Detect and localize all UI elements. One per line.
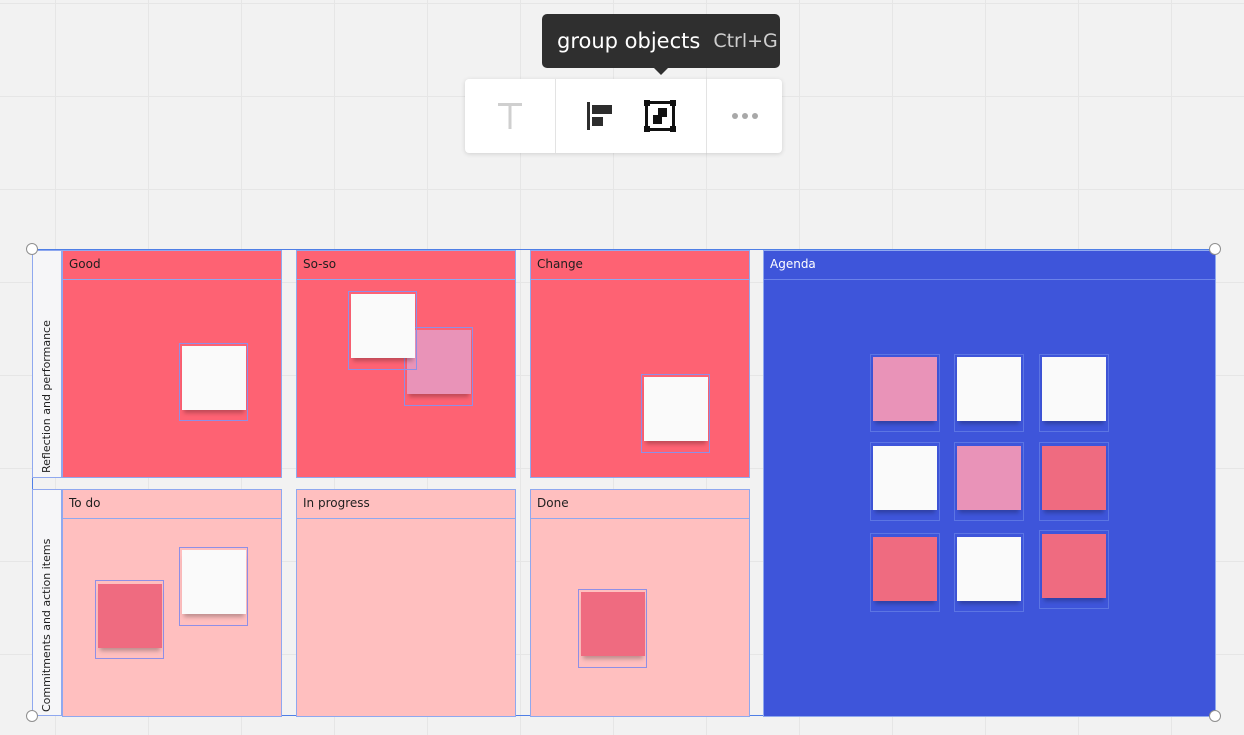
more-horizontal-icon: [731, 113, 758, 119]
sticky-note[interactable]: [873, 357, 937, 421]
row-label-reflection: Reflection and performance: [40, 320, 53, 473]
toolbar-divider: [555, 79, 556, 153]
cell-header-change: Change: [531, 251, 749, 280]
sticky-note[interactable]: [182, 346, 246, 410]
resize-handle-bottom-left[interactable]: [26, 710, 38, 722]
sticky-note[interactable]: [957, 446, 1021, 510]
sticky-note[interactable]: [1042, 534, 1106, 598]
cell-header-soso: So-so: [297, 251, 515, 280]
group-objects-button[interactable]: [630, 79, 690, 153]
sticky-note[interactable]: [873, 537, 937, 601]
group-objects-tooltip: group objects Ctrl+G: [542, 14, 780, 75]
cell-header-todo: To do: [63, 490, 281, 519]
tooltip-shortcut: Ctrl+G: [713, 30, 778, 52]
sticky-note[interactable]: [351, 294, 415, 358]
cell-header-done: Done: [531, 490, 749, 519]
row-header-reflection: Reflection and performance: [32, 250, 62, 478]
resize-handle-top-right[interactable]: [1209, 243, 1221, 255]
resize-handle-bottom-right[interactable]: [1209, 710, 1221, 722]
text-icon: [498, 103, 522, 129]
sticky-note[interactable]: [644, 377, 708, 441]
context-toolbar: [465, 79, 782, 153]
sticky-note[interactable]: [581, 592, 645, 656]
more-options-button[interactable]: [707, 79, 782, 153]
sticky-note[interactable]: [957, 357, 1021, 421]
row-label-commitments: Commitments and action items: [40, 538, 53, 712]
cell-in-progress[interactable]: In progress: [296, 489, 516, 717]
sticky-note[interactable]: [182, 550, 246, 614]
resize-handle-top-left[interactable]: [26, 243, 38, 255]
sticky-note[interactable]: [873, 446, 937, 510]
align-button[interactable]: [570, 79, 630, 153]
cell-header-good: Good: [63, 251, 281, 280]
sticky-note[interactable]: [1042, 357, 1106, 421]
group-objects-icon: [644, 100, 676, 132]
row-header-commitments: Commitments and action items: [32, 489, 62, 716]
cell-good[interactable]: Good: [62, 250, 282, 478]
agenda-header: Agenda: [764, 251, 1215, 280]
sticky-note[interactable]: [98, 584, 162, 648]
tooltip-label: group objects: [557, 29, 701, 53]
align-left-icon: [587, 102, 612, 130]
tooltip-arrow: [653, 67, 669, 75]
text-format-button[interactable]: [465, 79, 555, 153]
cell-change[interactable]: Change: [530, 250, 750, 478]
cell-header-in-progress: In progress: [297, 490, 515, 519]
sticky-note[interactable]: [1042, 446, 1106, 510]
sticky-note[interactable]: [957, 537, 1021, 601]
